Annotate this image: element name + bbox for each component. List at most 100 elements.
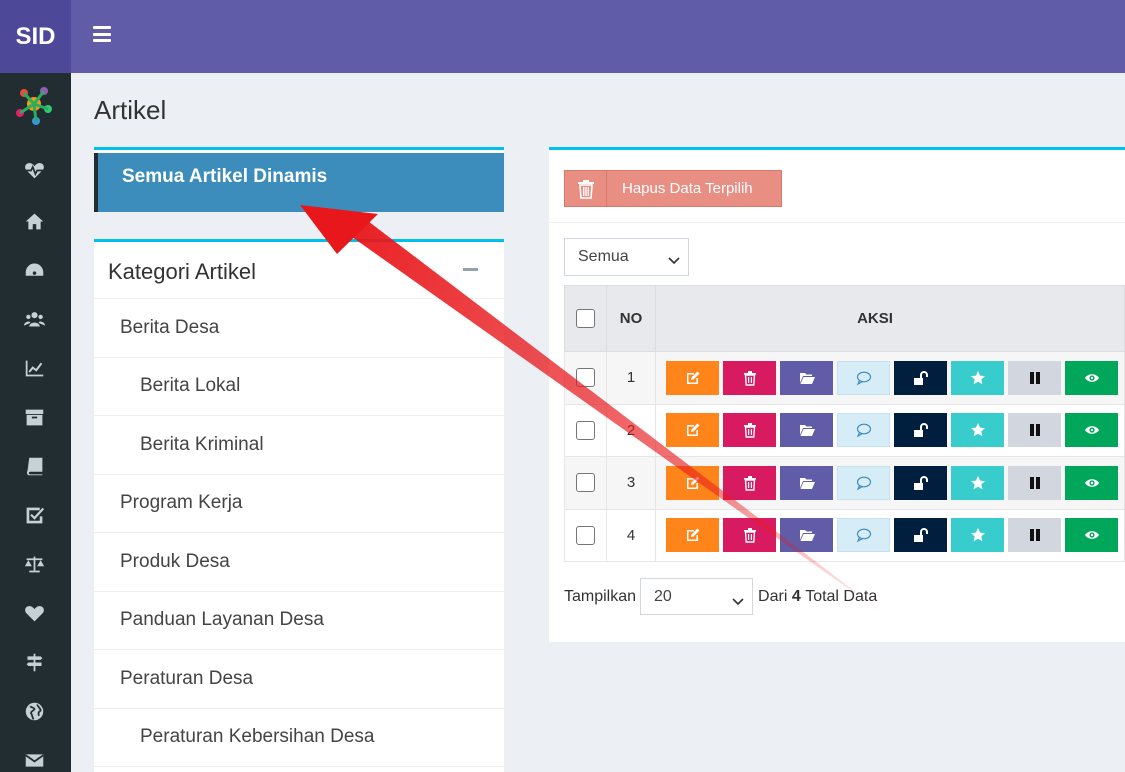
hapus-data-terpilih-button[interactable]: Hapus Data Terpilih: [564, 170, 782, 207]
view-button[interactable]: [1065, 465, 1118, 500]
category-button[interactable]: [780, 465, 833, 500]
row-checkbox[interactable]: [576, 420, 595, 440]
unlock-button[interactable]: [894, 360, 947, 395]
semua-artikel-dinamis-link[interactable]: Semua Artikel Dinamis: [94, 153, 504, 212]
kategori-item[interactable]: Peraturan Desa: [94, 650, 504, 709]
dashboard-icon[interactable]: [22, 258, 46, 282]
hamburger-menu-icon[interactable]: [93, 26, 111, 42]
comment-toggle-button[interactable]: [837, 413, 890, 448]
heart-icon[interactable]: [22, 601, 46, 625]
row-checkbox[interactable]: [576, 473, 595, 493]
eye-icon: [1084, 531, 1099, 539]
deactivate-button[interactable]: [1008, 518, 1061, 553]
row-actions: [656, 405, 1124, 457]
kategori-item[interactable]: Berita Lokal: [94, 358, 504, 416]
headline-button[interactable]: [951, 465, 1004, 500]
users-icon[interactable]: [22, 307, 46, 331]
delete-button[interactable]: [723, 360, 776, 395]
tampilkan-label: Tampilkan: [564, 587, 637, 605]
headline-button[interactable]: [951, 518, 1004, 553]
kategori-artikel-box: Kategori Artikel Berita Desa Berita Lokal…: [94, 239, 504, 772]
total-count: 4: [791, 587, 801, 605]
comment-toggle-button[interactable]: [837, 465, 890, 500]
deactivate-button[interactable]: [1008, 465, 1061, 500]
heartbeat-icon[interactable]: [22, 158, 46, 182]
artikel-table-box: Hapus Data Terpilih Semua NO AKSI 1234 T…: [549, 147, 1125, 642]
line-chart-icon[interactable]: [22, 356, 46, 380]
kategori-item[interactable]: Program Kerja: [94, 475, 504, 533]
row-actions: [656, 352, 1124, 404]
comment-toggle-button[interactable]: [837, 360, 890, 395]
comment-icon: [856, 476, 871, 491]
category-button[interactable]: [780, 360, 833, 395]
view-button[interactable]: [1065, 518, 1118, 553]
category-button[interactable]: [780, 413, 833, 448]
table-header: NO AKSI: [564, 285, 1125, 352]
select-all-checkbox[interactable]: [576, 309, 595, 328]
edit-icon: [686, 476, 699, 489]
envelope-icon[interactable]: [22, 748, 46, 772]
edit-button[interactable]: [666, 413, 719, 448]
collapse-minus-icon[interactable]: [463, 268, 478, 271]
kategori-item[interactable]: Berita Kriminal: [94, 416, 504, 475]
edit-button[interactable]: [666, 360, 719, 395]
pause-icon: [1029, 529, 1040, 542]
chevron-down-icon: [668, 252, 680, 265]
eye-icon: [1084, 479, 1099, 487]
deactivate-button[interactable]: [1008, 360, 1061, 395]
view-button[interactable]: [1065, 360, 1118, 395]
sidebar: [0, 73, 71, 772]
pause-icon: [1029, 476, 1040, 489]
status-filter-select[interactable]: Semua: [564, 238, 689, 276]
home-icon[interactable]: [22, 209, 46, 233]
kategori-item[interactable]: Peraturan Kebersihan Desa: [94, 709, 504, 767]
trash-icon: [743, 370, 756, 386]
pagination-info: Tampilkan 20 Dari 4 Total Data: [564, 578, 877, 615]
check-square-icon[interactable]: [22, 503, 46, 527]
kategori-item[interactable]: Produk Desa: [94, 533, 504, 592]
delete-button[interactable]: [723, 413, 776, 448]
unlock-button[interactable]: [894, 413, 947, 448]
category-button[interactable]: [780, 518, 833, 553]
unlock-button[interactable]: [894, 465, 947, 500]
comment-toggle-button[interactable]: [837, 518, 890, 553]
view-button[interactable]: [1065, 413, 1118, 448]
row-checkbox[interactable]: [576, 368, 595, 388]
table-row: 3: [564, 457, 1125, 510]
globe-icon[interactable]: [22, 699, 46, 723]
headline-button[interactable]: [951, 413, 1004, 448]
per-page-select[interactable]: 20: [640, 578, 754, 615]
brand-logo-text[interactable]: SID: [0, 0, 71, 73]
artikel-table: NO AKSI 1234: [564, 285, 1125, 562]
signpost-icon[interactable]: [22, 650, 46, 674]
edit-button[interactable]: [666, 518, 719, 553]
pause-icon: [1029, 371, 1040, 384]
headline-button[interactable]: [951, 360, 1004, 395]
folder-open-icon: [799, 372, 815, 384]
delete-button[interactable]: [723, 518, 776, 553]
row-check-cell: [565, 509, 607, 561]
page-title: Artikel: [94, 95, 167, 125]
pause-icon: [1029, 424, 1040, 437]
archive-icon[interactable]: [22, 405, 46, 429]
balance-scale-icon[interactable]: [22, 552, 46, 576]
chevron-down-icon: [732, 593, 744, 606]
semua-artikel-box: Semua Artikel Dinamis: [94, 147, 504, 212]
row-actions: [656, 457, 1124, 509]
book-icon[interactable]: [22, 454, 46, 478]
hapus-label: Hapus Data Terpilih: [622, 180, 753, 197]
row-actions: [656, 510, 1124, 562]
kategori-item[interactable]: Panduan Layanan Desa: [94, 592, 504, 650]
eye-icon: [1084, 426, 1099, 434]
table-row: 2: [564, 404, 1125, 457]
edit-icon: [686, 371, 699, 384]
per-page-value: 20: [654, 587, 672, 605]
deactivate-button[interactable]: [1008, 413, 1061, 448]
row-checkbox[interactable]: [576, 525, 595, 545]
table-row: 4: [564, 509, 1125, 562]
kategori-title: Kategori Artikel: [108, 259, 256, 284]
edit-button[interactable]: [666, 465, 719, 500]
kategori-item[interactable]: Berita Desa: [94, 299, 504, 358]
unlock-button[interactable]: [894, 518, 947, 553]
delete-button[interactable]: [723, 465, 776, 500]
